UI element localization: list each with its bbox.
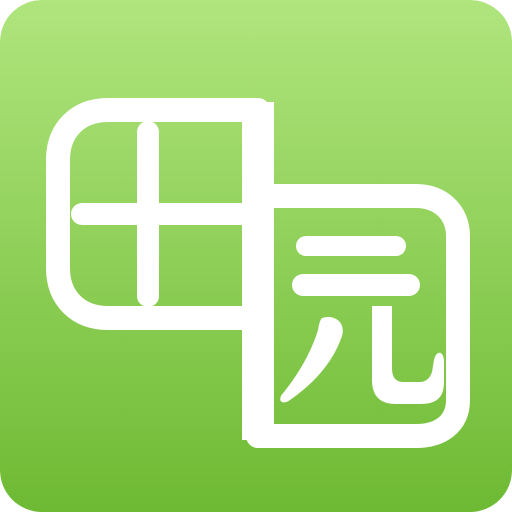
connector-bar	[242, 102, 274, 440]
app-icon[interactable]	[0, 0, 512, 512]
app-icon-graphic	[0, 0, 512, 512]
screen	[0, 0, 512, 512]
